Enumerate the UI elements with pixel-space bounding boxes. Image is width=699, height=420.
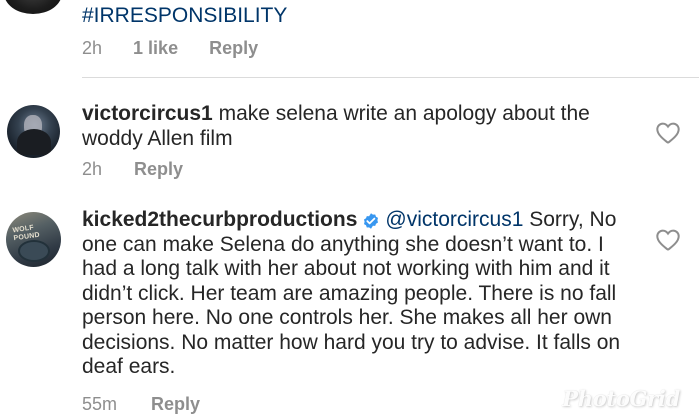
comment-meta: 2h Reply bbox=[82, 159, 183, 179]
instagram-comments-screen: #IRRESPONSIBILITY 2h 1 like Reply victor… bbox=[0, 0, 699, 420]
comment-time: 2h bbox=[82, 159, 103, 179]
comment-time: 2h bbox=[82, 38, 103, 58]
avatar[interactable] bbox=[7, 105, 60, 158]
heart-icon[interactable] bbox=[655, 121, 681, 145]
avatar[interactable] bbox=[4, 0, 62, 14]
comment-top-text: #IRRESPONSIBILITY bbox=[82, 4, 652, 29]
username-link[interactable]: kicked2thecurbproductions bbox=[82, 208, 357, 231]
reply-button[interactable]: Reply bbox=[151, 394, 200, 414]
verified-badge-icon bbox=[362, 212, 380, 230]
reply-button[interactable]: Reply bbox=[134, 159, 183, 179]
hashtag-link[interactable]: #IRRESPONSIBILITY bbox=[82, 4, 287, 27]
comment-text: kicked2thecurbproductions @victorcircus1 … bbox=[82, 208, 627, 380]
watermark: PhotoGrid bbox=[562, 386, 680, 411]
comment-top-meta: 2h 1 like Reply bbox=[82, 38, 258, 58]
avatar[interactable]: WOLF POUND bbox=[6, 212, 61, 267]
comment-likes[interactable]: 1 like bbox=[133, 38, 178, 58]
divider bbox=[82, 77, 699, 78]
comment-meta: 55m Reply bbox=[82, 394, 200, 414]
reply-button[interactable]: Reply bbox=[209, 38, 258, 58]
username-link[interactable]: victorcircus1 bbox=[82, 102, 213, 125]
heart-icon[interactable] bbox=[655, 228, 681, 252]
mention-link[interactable]: @victorcircus1 bbox=[385, 208, 523, 231]
comment-text: victorcircus1 make selena write an apolo… bbox=[82, 102, 642, 151]
logo-shape bbox=[18, 240, 50, 262]
comment-time: 55m bbox=[82, 394, 118, 414]
comment-body: Sorry, No one can make Selena do anythin… bbox=[82, 208, 621, 378]
